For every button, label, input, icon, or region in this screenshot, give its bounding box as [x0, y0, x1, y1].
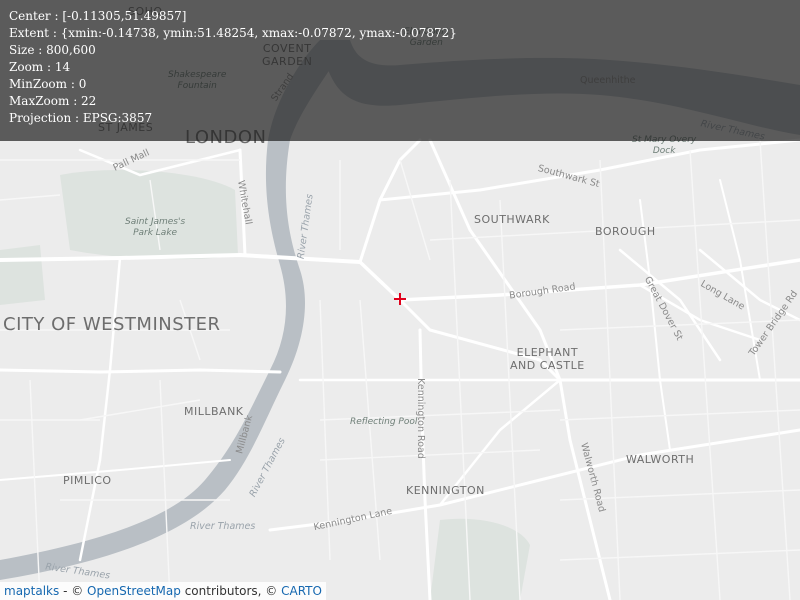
openstreetmap-link[interactable]: OpenStreetMap	[87, 584, 181, 598]
info-max-zoom: MaxZoom : 22	[9, 94, 97, 108]
maptalks-link[interactable]: maptalks	[4, 584, 59, 598]
green-park-edge	[0, 245, 45, 305]
info-min-zoom: MinZoom : 0	[9, 77, 87, 91]
info-size: Size : 800,600	[9, 43, 96, 57]
carto-link[interactable]: CARTO	[281, 584, 322, 598]
info-projection: Projection : EPSG:3857	[9, 111, 153, 125]
attribution-separator: - ©	[59, 584, 88, 598]
st-james-park	[60, 170, 238, 260]
info-center: Center : [-0.11305,51.49857]	[9, 9, 187, 23]
info-extent: Extent : {xmin:-0.14738, ymin:51.48254, …	[9, 26, 457, 40]
kennington-park	[430, 518, 530, 600]
map-canvas[interactable]: LONDON CITY OF WESTMINSTER SOUTHWARK BOR…	[0, 0, 800, 600]
center-cross-marker	[394, 293, 406, 305]
map-attribution: maptalks - © OpenStreetMap contributors,…	[0, 582, 326, 600]
map-info-panel: Center : [-0.11305,51.49857] Extent : {x…	[0, 0, 800, 141]
attribution-contributors: contributors, ©	[180, 584, 282, 598]
info-zoom: Zoom : 14	[9, 60, 71, 74]
